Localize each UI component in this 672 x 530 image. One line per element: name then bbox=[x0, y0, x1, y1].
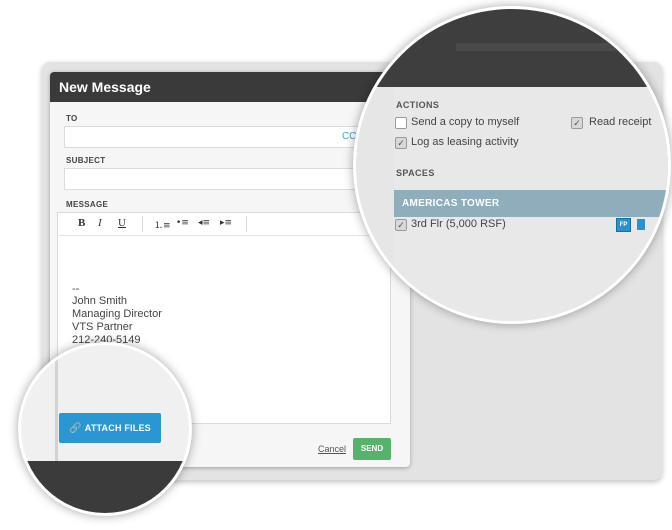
document-icon[interactable] bbox=[637, 219, 645, 230]
send-copy-checkbox[interactable] bbox=[395, 117, 407, 129]
bullet-list-icon[interactable]: •≡ bbox=[176, 218, 189, 228]
toolbar-divider bbox=[246, 216, 247, 232]
dialog-edge bbox=[55, 345, 58, 461]
space-label: 3rd Flr (5,000 RSF) bbox=[411, 218, 506, 230]
message-label: MESSAGE bbox=[66, 200, 109, 209]
attach-files-button[interactable]: 🔗 ATTACH FILES bbox=[59, 413, 161, 443]
underline-button[interactable]: U bbox=[118, 217, 126, 229]
signature-company: VTS Partner bbox=[72, 321, 133, 333]
subject-label: SUBJECT bbox=[66, 156, 106, 165]
indent-icon[interactable]: ▸≡ bbox=[220, 218, 232, 228]
italic-button[interactable]: I bbox=[98, 217, 102, 229]
read-receipt-checkbox[interactable]: ✓ bbox=[571, 117, 583, 129]
editor-toolbar: B I U ⒈≡ •≡ ◂≡ ▸≡ bbox=[58, 213, 390, 236]
signature-title: Managing Director bbox=[72, 308, 162, 320]
outdent-icon[interactable]: ◂≡ bbox=[198, 218, 210, 228]
magnifier-header-line bbox=[456, 43, 668, 51]
ordered-list-icon[interactable]: ⒈≡ bbox=[154, 218, 171, 231]
to-label: TO bbox=[66, 114, 78, 123]
cancel-link[interactable]: Cancel bbox=[318, 444, 346, 454]
signature-name: John Smith bbox=[72, 295, 128, 307]
building-header: AMERICAS TOWER bbox=[394, 190, 668, 217]
toolbar-divider bbox=[142, 216, 143, 232]
space-checkbox[interactable]: ✓ bbox=[395, 219, 407, 231]
floorplan-icon[interactable]: FP bbox=[616, 218, 631, 232]
paperclip-icon: 🔗 bbox=[69, 423, 82, 434]
to-field[interactable] bbox=[64, 126, 360, 148]
attach-files-label: ATTACH FILES bbox=[84, 423, 151, 433]
spaces-title: SPACES bbox=[396, 168, 435, 178]
dark-backdrop bbox=[21, 461, 189, 513]
subject-field[interactable] bbox=[64, 168, 360, 190]
read-receipt-label: Read receipt bbox=[589, 116, 652, 128]
attach-magnifier: 🔗 ATTACH FILES bbox=[18, 342, 192, 516]
actions-magnifier: ACTIONS Send a copy to myself ✓ Read rec… bbox=[353, 6, 671, 324]
signature-line: -- bbox=[72, 283, 80, 295]
send-copy-label: Send a copy to myself bbox=[411, 116, 520, 128]
bold-button[interactable]: B bbox=[78, 217, 85, 229]
actions-title: ACTIONS bbox=[396, 100, 440, 110]
log-activity-label: Log as leasing activity bbox=[411, 136, 519, 148]
send-button[interactable]: SEND bbox=[353, 438, 391, 460]
log-activity-checkbox[interactable]: ✓ bbox=[395, 137, 407, 149]
